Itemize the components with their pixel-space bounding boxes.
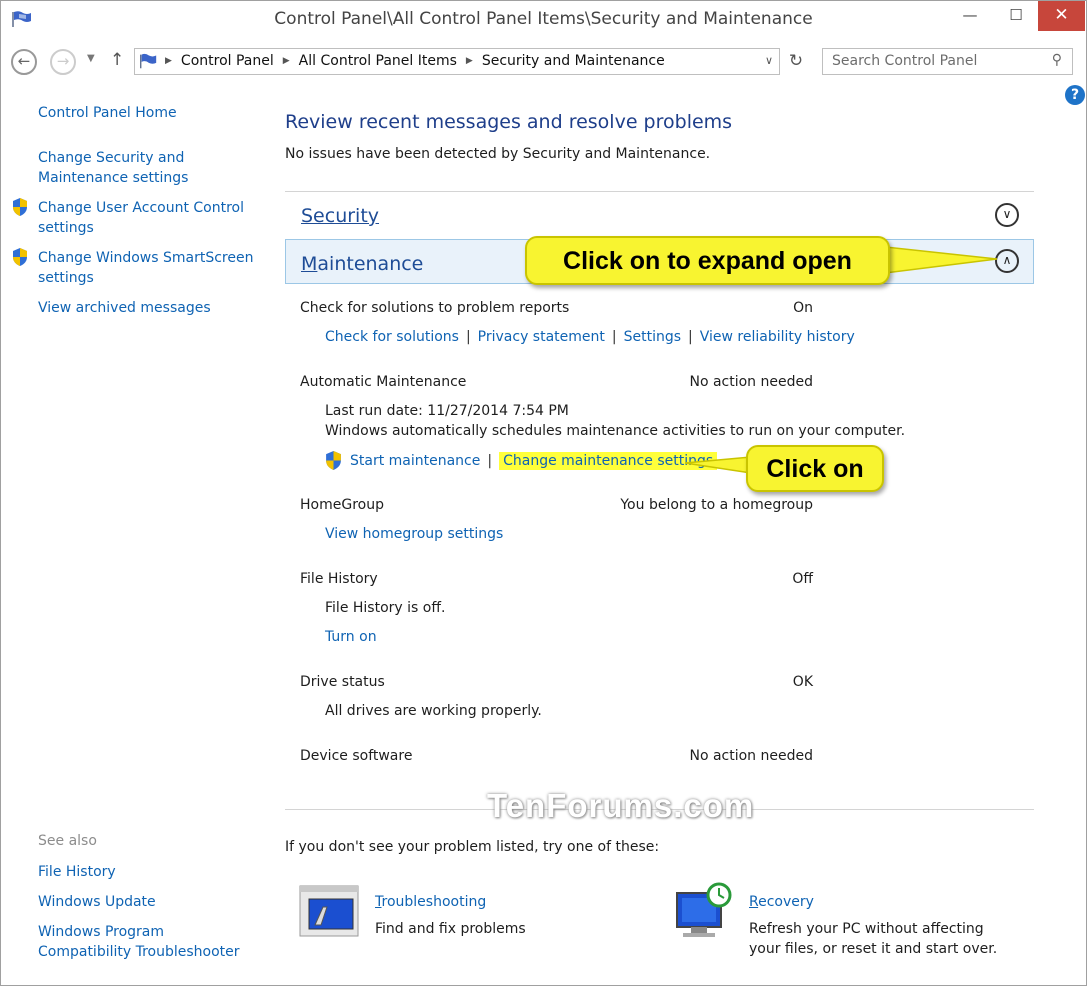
callout-expand-pointer bbox=[884, 246, 998, 274]
callout-click-pointer bbox=[684, 456, 752, 474]
callout-pointers bbox=[684, 246, 998, 474]
callout-expand: Click on to expand open bbox=[525, 236, 890, 285]
callout-click: Click on bbox=[746, 445, 884, 492]
control-panel-window: Control Panel\All Control Panel Items\Se… bbox=[0, 0, 1087, 986]
